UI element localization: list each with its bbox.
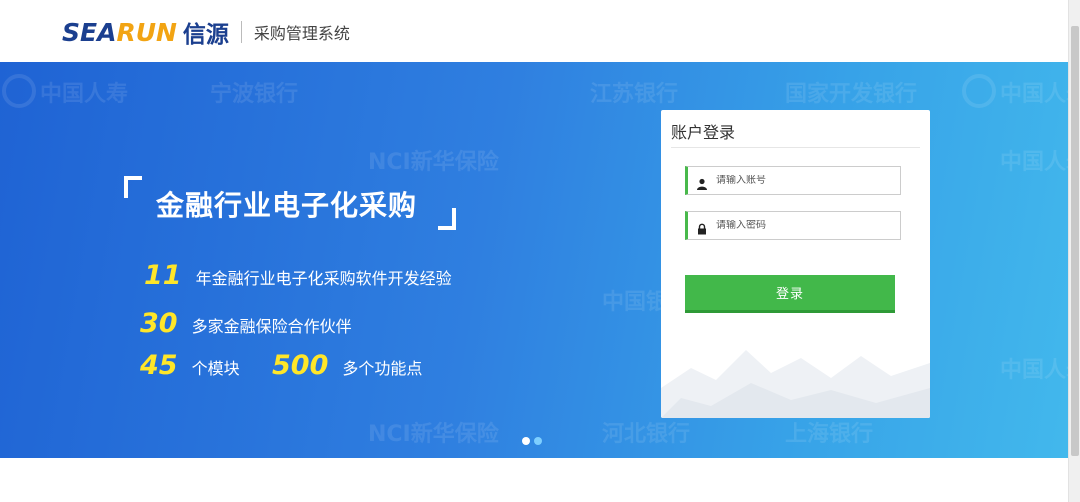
watermark-text: 中国人寿: [1000, 150, 1068, 175]
slogan-bracket-close: [438, 208, 456, 230]
user-icon: [696, 175, 708, 190]
login-title: 账户登录: [671, 123, 736, 142]
logo-divider: [240, 21, 242, 43]
login-button[interactable]: 登录: [685, 275, 895, 313]
username-input[interactable]: [716, 175, 886, 186]
stat-partners: 30 多家金融保险合作伙伴: [140, 308, 352, 339]
stat-number: 30: [140, 308, 178, 339]
watermark-text: 中国人寿: [40, 82, 129, 107]
watermark-text: 国家开发银行: [785, 82, 918, 107]
slogan-bracket-open: [124, 176, 142, 198]
stat-number: 500: [272, 350, 329, 381]
stat-label: 多家金融保险合作伙伴: [191, 317, 352, 336]
stat-number: 11: [144, 260, 182, 291]
page-scrollbar[interactable]: [1068, 0, 1080, 502]
watermark-text: 宁波银行: [210, 82, 299, 107]
username-field[interactable]: [685, 166, 901, 195]
stat-years: 11 年金融行业电子化采购软件开发经验: [144, 260, 452, 291]
watermark-text: 中国人寿: [1000, 358, 1068, 383]
banner-slogan: 金融行业电子化采购: [156, 189, 418, 222]
stat-label: 个模块: [191, 359, 240, 378]
password-input[interactable]: [716, 220, 886, 231]
password-field[interactable]: [685, 211, 901, 240]
stat-label: 多个功能点: [342, 359, 423, 378]
scrollbar-thumb[interactable]: [1071, 26, 1079, 456]
stat-number: 45: [140, 350, 178, 381]
searun-logo[interactable]: SEARUN 信源 采购管理系统: [62, 16, 350, 49]
lock-icon: [696, 220, 708, 234]
page-header: SEARUN 信源 采购管理系统: [0, 0, 1068, 62]
page-footer: [0, 458, 1068, 502]
watermark-text: NCI新华保险: [368, 150, 499, 175]
system-name: 采购管理系统: [253, 24, 350, 43]
watermark-text: NCI新华保险: [368, 422, 499, 447]
login-divider: [671, 147, 920, 148]
watermark-logo-icon: [962, 74, 996, 108]
mountain-decoration: [661, 350, 930, 418]
watermark-text: 河北银行: [602, 422, 691, 447]
watermark-text: 上海银行: [785, 422, 874, 447]
watermark-logo-icon: [2, 74, 36, 108]
stat-features: 500 多个功能点: [272, 350, 422, 381]
carousel-dot[interactable]: [522, 437, 530, 445]
logo-wordmark: SEARUN: [62, 17, 177, 47]
stat-label: 年金融行业电子化采购软件开发经验: [195, 269, 452, 288]
carousel-dots: [522, 437, 542, 445]
logo-cn-name: 信源: [182, 22, 229, 48]
watermark-text: 江苏银行: [590, 82, 679, 107]
login-panel: 账户登录 登录: [661, 110, 930, 418]
carousel-dot-active[interactable]: [534, 437, 542, 445]
watermark-text: 中国人寿: [1000, 82, 1068, 107]
stat-modules: 45 个模块: [140, 350, 240, 381]
